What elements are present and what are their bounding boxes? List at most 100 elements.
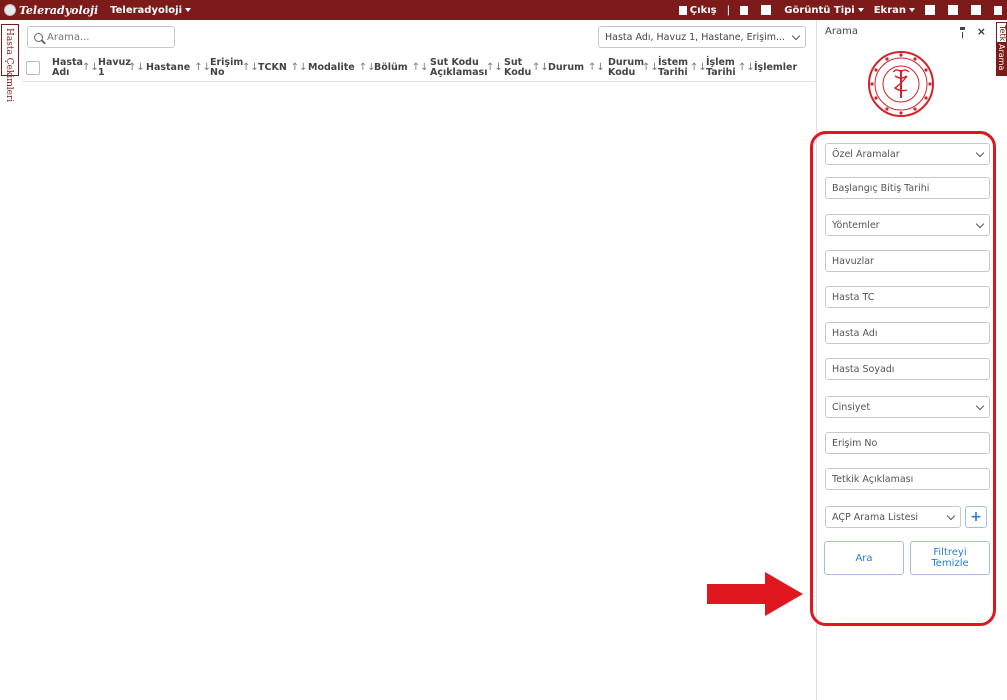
patient-surname-placeholder: Hasta Soyadı <box>832 363 895 375</box>
patient-name-input[interactable]: Hasta Adı <box>825 322 990 344</box>
column-header-tckn[interactable]: TCKN ↑↓ <box>258 61 308 73</box>
users-icon <box>761 5 772 15</box>
gender-select[interactable]: Cinsiyet <box>825 396 990 418</box>
column-header-process-date[interactable]: İşlem Tarihi ↑↓ <box>706 56 755 78</box>
search-button[interactable]: Ara <box>824 541 904 575</box>
search-panel: Arama × Özel Aramalar Başlangıç Bitiş Ta… <box>810 20 996 700</box>
column-label: Erişim No <box>210 56 244 78</box>
chevron-down-icon <box>975 219 985 228</box>
access-no-input[interactable]: Erişim No <box>825 432 990 454</box>
screen-label: Ekran <box>873 4 906 16</box>
pools-placeholder: Havuzlar <box>832 255 874 267</box>
logout-button[interactable]: Çıkış <box>678 4 717 16</box>
refresh-button[interactable] <box>971 5 984 15</box>
date-range-input[interactable]: Başlangıç Bitiş Tarihi <box>825 177 990 199</box>
special-searches-select[interactable]: Özel Aramalar <box>825 143 990 165</box>
document-button[interactable] <box>740 5 751 15</box>
brand-logo-icon <box>4 4 16 16</box>
right-tab-search-label: Arama <box>997 44 1006 71</box>
search-icon <box>34 32 43 42</box>
sort-icon[interactable]: ↑↓ <box>486 62 503 73</box>
brand[interactable]: Teleradyoloji <box>0 4 98 17</box>
column-header-pool-1[interactable]: Havuz 1 ↑↓ <box>98 56 145 78</box>
view-type-label: Görüntü Tipi <box>784 4 855 16</box>
column-header-request-date[interactable]: İstem Tarihi ↑↓ <box>658 56 707 78</box>
column-header-department[interactable]: Bölüm ↑↓ <box>374 61 429 73</box>
clear-filter-button[interactable]: Filtreyi Temizle <box>910 541 990 575</box>
window-icon <box>994 5 1002 15</box>
column-label: İşlem Tarihi <box>706 56 736 78</box>
search-input[interactable] <box>47 31 157 43</box>
main-panel: Hasta Adı, Havuz 1, Hastane, Erişim... H… <box>22 20 815 700</box>
patient-name-placeholder: Hasta Adı <box>832 327 878 339</box>
search-box <box>27 26 175 48</box>
add-acp-list-button[interactable]: + <box>965 506 987 528</box>
pin-icon[interactable] <box>959 27 965 38</box>
right-tab-search[interactable]: Arama <box>996 42 1007 76</box>
methods-select[interactable]: Yöntemler <box>825 214 990 236</box>
sort-icon[interactable]: ↑↓ <box>642 62 659 73</box>
topbar-actions: Çıkış | Görüntü Tipi Ekran <box>678 0 1007 20</box>
caret-down-icon <box>909 8 915 12</box>
screen-menu[interactable]: Ekran <box>874 5 915 16</box>
app-menu[interactable]: Teleradyoloji <box>110 5 191 16</box>
column-label: Havuz 1 <box>98 56 131 78</box>
column-header-status-code[interactable]: Durum Kodu ↑↓ <box>608 57 659 78</box>
sort-icon[interactable]: ↑↓ <box>738 62 755 73</box>
annotation-arrow-icon <box>707 572 803 616</box>
special-searches-value: Özel Aramalar <box>832 148 900 160</box>
caret-down-icon <box>857 8 864 12</box>
column-selector-value: Hasta Adı, Havuz 1, Hastane, Erişim... <box>605 31 786 43</box>
column-header-actions: İşlemler <box>754 62 798 73</box>
sort-icon[interactable]: ↑↓ <box>532 62 549 73</box>
sort-icon[interactable]: ↑↓ <box>128 62 145 73</box>
acp-search-list-select[interactable]: AÇP Arama Listesi <box>825 506 961 528</box>
brand-name: Teleradyoloji <box>19 3 99 17</box>
list-button[interactable] <box>948 5 961 15</box>
image-button[interactable] <box>925 5 938 15</box>
patient-tc-input[interactable]: Hasta TC <box>825 286 990 308</box>
column-header-status[interactable]: Durum ↑↓ <box>548 62 605 73</box>
caret-down-icon <box>185 8 191 12</box>
column-header-hospital[interactable]: Hastane ↑↓ <box>146 62 211 73</box>
sort-icon[interactable]: ↑↓ <box>82 62 99 73</box>
sort-icon[interactable]: ↑↓ <box>588 62 605 73</box>
list-icon <box>948 5 958 15</box>
sort-icon[interactable]: ↑↓ <box>359 62 376 73</box>
separator: | <box>726 4 731 16</box>
refresh-icon <box>971 5 981 15</box>
users-button[interactable] <box>761 5 774 15</box>
column-selector[interactable]: Hasta Adı, Havuz 1, Hastane, Erişim... <box>598 26 806 48</box>
window-button[interactable] <box>994 5 1005 15</box>
chevron-down-icon <box>975 401 985 410</box>
app-menu-label: Teleradyoloji <box>110 4 182 16</box>
column-label: İstem Tarihi <box>658 56 689 78</box>
left-tab-patient-scans[interactable]: Hasta Çekimleri <box>1 24 19 102</box>
sort-icon[interactable]: ↑↓ <box>690 62 707 73</box>
view-type-menu[interactable]: Görüntü Tipi <box>784 4 864 16</box>
column-header-access-no[interactable]: Erişim No ↑↓ <box>210 56 259 78</box>
column-label: TCKN <box>258 61 287 73</box>
image-icon <box>925 5 935 15</box>
exam-description-input[interactable]: Tetkik Açıklaması <box>825 468 990 490</box>
patient-surname-input[interactable]: Hasta Soyadı <box>825 358 990 380</box>
column-label: Hasta Adı <box>52 56 83 78</box>
column-header-patient-name[interactable]: Hasta Adı ↑↓ <box>52 56 99 78</box>
column-label: Sut Kodu <box>504 56 532 78</box>
sort-icon[interactable]: ↑↓ <box>412 62 429 73</box>
sort-icon[interactable]: ↑↓ <box>242 62 259 73</box>
column-header-sut-code-description[interactable]: Sut Kodu Açıklaması ↑↓ <box>430 57 503 78</box>
patient-tc-placeholder: Hasta TC <box>832 291 875 303</box>
sort-icon[interactable]: ↑↓ <box>291 62 308 73</box>
logout-label: Çıkış <box>689 4 717 16</box>
grid-header: Hasta Adı ↑↓ Havuz 1 ↑↓ Hastane ↑↓ Erişi… <box>22 54 815 82</box>
logout-icon <box>678 5 687 15</box>
column-header-modality[interactable]: Modalite ↑↓ <box>308 61 375 73</box>
column-label: Modalite <box>308 61 355 73</box>
column-label: Bölüm <box>374 61 408 73</box>
column-header-sut-code[interactable]: Sut Kodu ↑↓ <box>504 56 549 78</box>
close-icon[interactable]: × <box>977 25 986 38</box>
sort-icon[interactable]: ↑↓ <box>194 62 211 73</box>
select-all-checkbox[interactable] <box>26 60 40 75</box>
pools-input[interactable]: Havuzlar <box>825 250 990 272</box>
